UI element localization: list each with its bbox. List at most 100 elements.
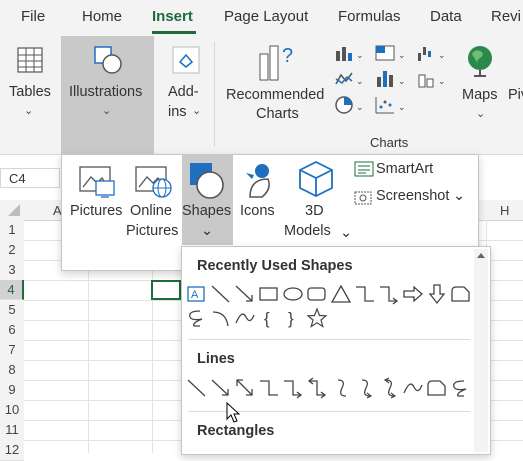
shapes-icon[interactable] — [188, 161, 228, 206]
elbow-arrow-connector-shape-icon[interactable] — [282, 377, 304, 399]
curved-connector-shape-icon[interactable] — [330, 377, 352, 399]
row-header-2[interactable]: 2 — [0, 240, 24, 261]
recommended-charts-button[interactable]: Recommended — [226, 87, 324, 103]
3d-models-label-2: Models — [284, 223, 331, 239]
curved-double-arrow-connector-shape-icon[interactable] — [378, 377, 400, 399]
illustrations-icon[interactable] — [92, 44, 124, 76]
scroll-up-arrow-icon[interactable] — [477, 253, 485, 258]
screenshot-button[interactable]: Screenshot — [376, 188, 449, 204]
select-all-corner[interactable] — [0, 200, 24, 220]
oval-shape-icon[interactable] — [282, 283, 304, 305]
svg-text:}: } — [288, 309, 294, 328]
pictures-icon[interactable] — [78, 163, 118, 204]
line-arrow-shape-icon[interactable] — [210, 377, 232, 399]
svg-text:A: A — [191, 289, 199, 301]
triangle-shape-icon[interactable] — [330, 283, 352, 305]
freeform-shape-icon[interactable] — [426, 377, 448, 399]
row-header-8[interactable]: 8 — [0, 360, 24, 381]
elbow-connector-shape-icon[interactable] — [354, 283, 376, 305]
icons-button[interactable]: Icons — [240, 203, 275, 219]
chevron-down-icon: ⌄ — [24, 105, 34, 117]
hierarchy-chart-icon[interactable]: ⌄ — [374, 43, 408, 68]
pivot-chart-button[interactable]: Pivo — [508, 87, 523, 103]
left-brace-shape-icon[interactable]: { — [258, 307, 280, 329]
3d-models-cube-icon[interactable] — [296, 159, 336, 204]
tab-file[interactable]: File — [21, 8, 45, 25]
online-pictures-label-2: Pictures — [126, 223, 179, 239]
name-box[interactable]: C4 — [0, 168, 60, 188]
row-header-1[interactable]: 1 — [0, 220, 24, 241]
maps-globe-icon[interactable] — [464, 44, 496, 78]
online-pictures-button[interactable]: Online — [130, 203, 172, 219]
rectangle-shape-icon[interactable] — [258, 283, 280, 305]
row-header-11[interactable]: 11 — [0, 420, 24, 441]
lines-heading: Lines — [197, 351, 235, 367]
recommended-charts-label-2: Charts — [256, 106, 299, 122]
tab-insert[interactable]: Insert — [152, 8, 193, 25]
scribble-shape-icon[interactable] — [450, 377, 472, 399]
arc-shape-icon[interactable] — [210, 307, 232, 329]
row-header-5[interactable]: 5 — [0, 300, 24, 321]
row-header-6[interactable]: 6 — [0, 320, 24, 341]
elbow-connector-shape-icon[interactable] — [258, 377, 280, 399]
line-shape-icon[interactable] — [210, 283, 232, 305]
selected-cell-c4[interactable] — [151, 280, 181, 300]
row-header-10[interactable]: 10 — [0, 400, 24, 421]
svg-text:⌄: ⌄ — [398, 76, 406, 86]
arrow-shape-icon[interactable] — [234, 283, 256, 305]
curved-arrow-connector-shape-icon[interactable] — [354, 377, 376, 399]
gallery-scrollbar[interactable] — [474, 249, 488, 452]
tab-data[interactable]: Data — [430, 8, 462, 25]
double-arrow-line-shape-icon[interactable] — [234, 377, 256, 399]
curve-shape-icon[interactable] — [234, 307, 256, 329]
rounded-rectangle-shape-icon[interactable] — [306, 283, 328, 305]
tab-formulas[interactable]: Formulas — [338, 8, 401, 25]
table-icon[interactable] — [14, 44, 46, 76]
pie-chart-icon[interactable]: ⌄ — [334, 95, 364, 120]
tab-page-layout[interactable]: Page Layout — [224, 8, 308, 25]
combo-chart-icon[interactable]: ⌄ — [416, 69, 450, 94]
curve-shape-icon[interactable] — [402, 377, 424, 399]
row-header-9[interactable]: 9 — [0, 380, 24, 401]
text-box-shape-icon[interactable]: A — [186, 283, 208, 305]
snip-rectangle-shape-icon[interactable] — [450, 283, 472, 305]
add-ins-icon[interactable] — [170, 44, 202, 76]
row-header-4[interactable]: 4 — [0, 280, 24, 300]
freeform-scribble-shape-icon[interactable] — [186, 307, 208, 329]
svg-text:⌄: ⌄ — [438, 76, 446, 86]
tables-button[interactable]: Tables — [9, 84, 51, 100]
tab-home[interactable]: Home — [82, 8, 122, 25]
row-header-3[interactable]: 3 — [0, 260, 24, 281]
shapes-button[interactable]: Shapes — [182, 203, 231, 219]
icons-bird-icon[interactable] — [240, 161, 280, 206]
3d-models-button[interactable]: 3D — [305, 203, 324, 219]
star-shape-icon[interactable] — [306, 307, 328, 329]
smartart-icon[interactable] — [354, 160, 374, 183]
scatter-chart-icon[interactable]: ⌄ — [374, 95, 408, 120]
recently-used-shapes-heading: Recently Used Shapes — [197, 258, 353, 274]
line-chart-icon[interactable]: ⌄ — [334, 69, 364, 94]
row-header-12[interactable]: 12 — [0, 440, 24, 461]
column-chart-icon[interactable]: ⌄ — [334, 43, 364, 68]
maps-button[interactable]: Maps — [462, 87, 497, 103]
row-header-7[interactable]: 7 — [0, 340, 24, 361]
waterfall-chart-icon[interactable]: ⌄ — [416, 43, 450, 68]
statistic-chart-icon[interactable]: ⌄ — [374, 69, 408, 94]
charts-group-label: Charts — [370, 135, 409, 150]
pictures-button[interactable]: Pictures — [70, 203, 122, 219]
recommended-charts-icon[interactable]: ? — [254, 40, 298, 82]
illustrations-button[interactable]: Illustrations — [69, 84, 142, 100]
tab-review[interactable]: Revi — [491, 8, 521, 25]
screenshot-icon[interactable] — [354, 188, 374, 211]
right-arrow-shape-icon[interactable] — [402, 283, 424, 305]
line-shape-icon[interactable] — [186, 377, 208, 399]
right-brace-shape-icon[interactable]: } — [282, 307, 304, 329]
online-pictures-icon[interactable] — [134, 163, 174, 204]
add-ins-label[interactable]: Add- — [168, 84, 199, 100]
elbow-arrow-connector-shape-icon[interactable] — [378, 283, 400, 305]
column-header-h[interactable]: H — [500, 203, 509, 218]
down-arrow-shape-icon[interactable] — [426, 283, 448, 305]
elbow-double-arrow-connector-shape-icon[interactable] — [306, 377, 328, 399]
smartart-button[interactable]: SmartArt — [376, 161, 433, 177]
add-ins-label-2[interactable]: ins — [168, 104, 187, 120]
